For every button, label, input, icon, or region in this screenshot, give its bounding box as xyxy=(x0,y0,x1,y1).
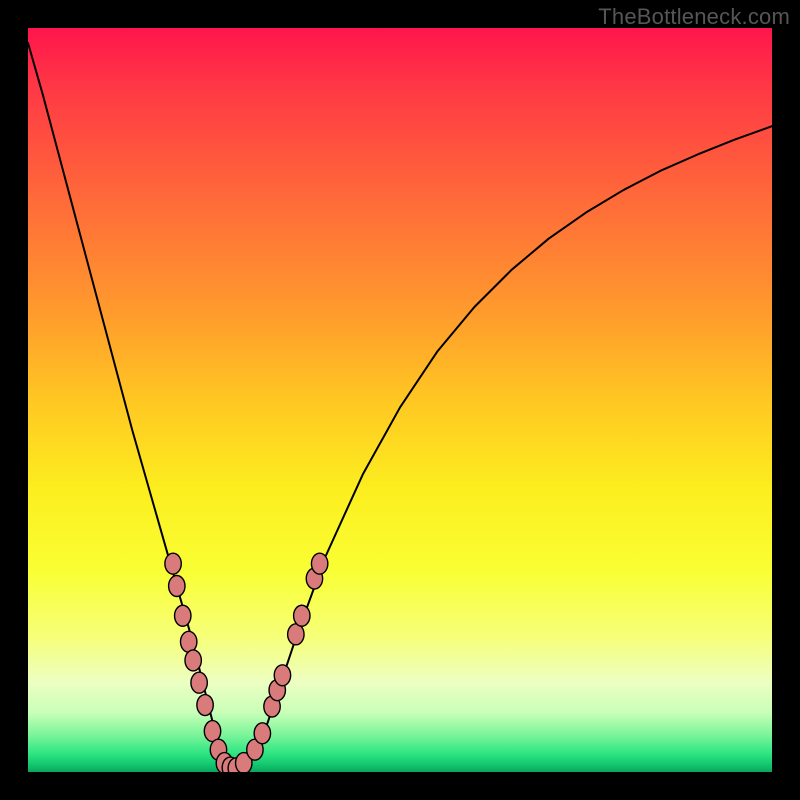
data-marker xyxy=(294,605,310,626)
data-marker xyxy=(185,650,201,671)
data-marker xyxy=(274,665,290,686)
plot-area xyxy=(28,28,772,772)
data-marker xyxy=(197,695,213,716)
chart-svg xyxy=(28,28,772,772)
data-marker xyxy=(165,553,181,574)
bottleneck-curve xyxy=(28,43,772,769)
data-marker xyxy=(175,605,191,626)
data-marker xyxy=(191,672,207,693)
data-marker xyxy=(288,624,304,645)
watermark-text: TheBottleneck.com xyxy=(598,4,790,30)
data-marker xyxy=(311,553,327,574)
data-markers xyxy=(165,553,328,772)
chart-stage: TheBottleneck.com xyxy=(0,0,800,800)
data-marker xyxy=(169,576,185,597)
data-marker xyxy=(181,631,197,652)
data-marker xyxy=(204,721,220,742)
data-marker xyxy=(254,723,270,744)
